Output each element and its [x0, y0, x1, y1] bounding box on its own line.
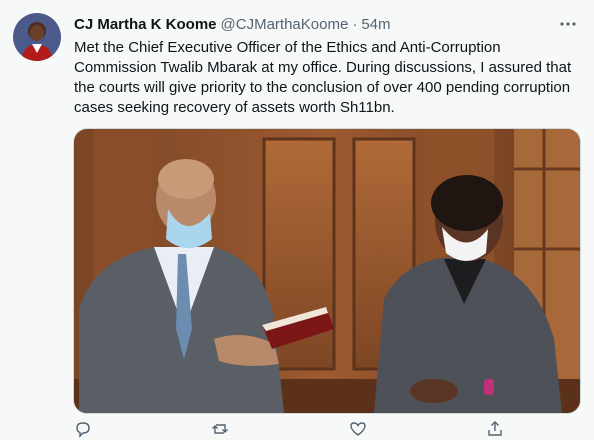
more-icon[interactable]	[556, 12, 580, 36]
tweet-photo[interactable]	[73, 128, 581, 414]
like-icon[interactable]	[349, 420, 367, 438]
avatar[interactable]	[13, 13, 61, 61]
tweet-timestamp[interactable]: 54m	[361, 16, 390, 33]
avatar-image	[13, 13, 61, 61]
retweet-icon[interactable]	[211, 420, 229, 438]
separator: ·	[352, 15, 358, 33]
tweet-text-line: the courts will give priority to the con…	[74, 79, 571, 96]
tweet-header: CJ Martha K Koome @CJMarthaKoome · 54m	[74, 14, 580, 34]
author-name[interactable]: CJ Martha K Koome	[74, 16, 217, 33]
author-handle[interactable]: @CJMarthaKoome	[221, 16, 349, 33]
share-icon[interactable]	[486, 420, 504, 438]
tweet-text-line: Commission Twalib Mbarak at my office. D…	[74, 59, 572, 76]
reply-icon[interactable]	[74, 420, 92, 438]
tweet-text-line: Met the Chief Executive Officer of the E…	[74, 39, 501, 56]
tweet[interactable]: CJ Martha K Koome @CJMarthaKoome · 54m M…	[0, 0, 594, 438]
tweet-text: Met the Chief Executive Officer of the E…	[74, 38, 584, 118]
tweet-actions	[74, 420, 504, 440]
photo-image	[74, 129, 580, 413]
tweet-text-line: cases seeking recovery of assets worth S…	[74, 99, 395, 116]
